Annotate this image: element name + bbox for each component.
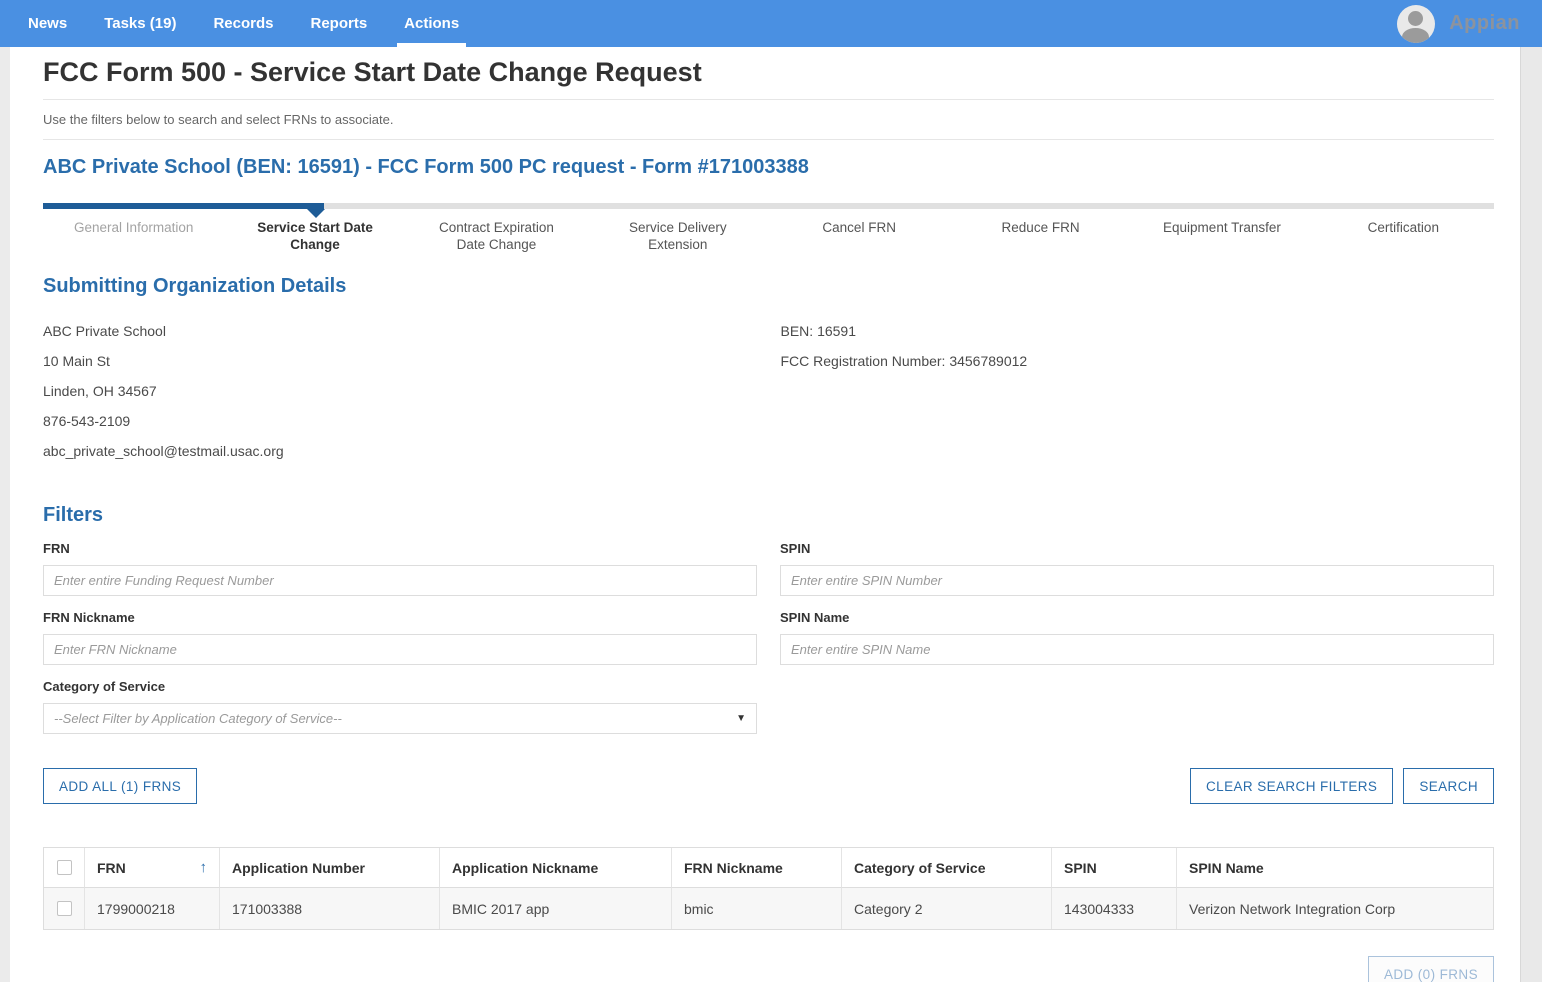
frn-label: FRN bbox=[43, 541, 757, 556]
select-all-checkbox[interactable] bbox=[57, 860, 72, 875]
column-header-category-of-service[interactable]: Category of Service bbox=[841, 848, 1051, 888]
column-header-spin[interactable]: SPIN bbox=[1051, 848, 1176, 888]
row-checkbox-cell bbox=[44, 888, 84, 929]
step-contract-expiration-date-change[interactable]: Contract Expiration Date Change bbox=[406, 219, 587, 253]
cell-application-nickname: BMIC 2017 app bbox=[439, 888, 671, 929]
step-service-delivery-extension[interactable]: Service Delivery Extension bbox=[587, 219, 768, 253]
step-cancel-frn[interactable]: Cancel FRN bbox=[769, 219, 950, 253]
step-certification[interactable]: Certification bbox=[1313, 219, 1494, 253]
column-header-spin-name[interactable]: SPIN Name bbox=[1176, 848, 1493, 888]
wizard-stepper: General Information Service Start Date C… bbox=[43, 203, 1494, 253]
cell-spin: 143004333 bbox=[1051, 888, 1176, 929]
frn-nickname-input[interactable] bbox=[43, 634, 757, 665]
select-all-checkbox-cell bbox=[44, 848, 84, 888]
organization-details-heading: Submitting Organization Details bbox=[43, 275, 1494, 298]
organization-details-section: Submitting Organization Details ABC Priv… bbox=[43, 275, 1494, 466]
spin-name-input[interactable] bbox=[780, 634, 1494, 665]
nav-item-tasks[interactable]: Tasks (19) bbox=[104, 0, 176, 47]
spin-name-label: SPIN Name bbox=[780, 610, 1494, 625]
cell-frn: 1799000218 bbox=[84, 888, 219, 929]
step-equipment-transfer[interactable]: Equipment Transfer bbox=[1131, 219, 1312, 253]
main-content: FCC Form 500 - Service Start Date Change… bbox=[43, 57, 1494, 982]
spin-label: SPIN bbox=[780, 541, 1494, 556]
nav-item-label: Tasks (19) bbox=[104, 15, 176, 32]
nav-item-label: Reports bbox=[310, 15, 367, 32]
column-header-label: FRN bbox=[97, 860, 126, 876]
step-reduce-frn[interactable]: Reduce FRN bbox=[950, 219, 1131, 253]
organization-ben: BEN: 16591 bbox=[781, 316, 1495, 346]
nav-item-label: News bbox=[28, 15, 67, 32]
spacer bbox=[197, 768, 1190, 804]
nav-item-label: Records bbox=[213, 15, 273, 32]
stepper-progress-track bbox=[43, 203, 1494, 209]
category-of-service-label: Category of Service bbox=[43, 679, 757, 694]
cell-frn-nickname: bmic bbox=[671, 888, 841, 929]
sort-ascending-icon: ↑ bbox=[200, 859, 208, 876]
add-all-frns-button[interactable]: ADD ALL (1) FRNS bbox=[43, 768, 197, 804]
category-of-service-select[interactable]: --Select Filter by Application Category … bbox=[43, 703, 757, 734]
left-gutter bbox=[0, 47, 10, 982]
frn-nickname-label: FRN Nickname bbox=[43, 610, 757, 625]
nav-item-news[interactable]: News bbox=[28, 0, 67, 47]
appian-logo: Appian bbox=[1449, 12, 1520, 35]
page-title: FCC Form 500 - Service Start Date Change… bbox=[43, 57, 1494, 88]
chevron-down-icon: ▼ bbox=[736, 713, 746, 724]
organization-fcc-registration: FCC Registration Number: 3456789012 bbox=[781, 346, 1495, 376]
current-step-caret-icon bbox=[307, 209, 325, 218]
search-button[interactable]: SEARCH bbox=[1403, 768, 1494, 804]
nav-item-actions[interactable]: Actions bbox=[404, 0, 459, 47]
organization-address-line2: Linden, OH 34567 bbox=[43, 376, 757, 406]
column-header-application-number[interactable]: Application Number bbox=[219, 848, 439, 888]
filters-section: Filters FRN SPIN FRN Nickname SPIN Name … bbox=[43, 504, 1494, 804]
step-general-information[interactable]: General Information bbox=[43, 219, 224, 253]
category-of-service-selected-value: --Select Filter by Application Category … bbox=[54, 711, 736, 726]
frn-results-table: FRN ↑ Application Number Application Nic… bbox=[43, 847, 1494, 930]
row-checkbox[interactable] bbox=[57, 901, 72, 916]
column-header-frn-nickname[interactable]: FRN Nickname bbox=[671, 848, 841, 888]
avatar-person-icon bbox=[1402, 28, 1429, 43]
organization-email: abc_private_school@testmail.usac.org bbox=[43, 436, 757, 466]
cell-spin-name: Verizon Network Integration Corp bbox=[1176, 888, 1493, 929]
vertical-scrollbar[interactable] bbox=[1520, 47, 1542, 982]
column-header-application-nickname[interactable]: Application Nickname bbox=[439, 848, 671, 888]
cell-category-of-service: Category 2 bbox=[841, 888, 1051, 929]
active-tab-underline bbox=[397, 43, 466, 47]
organization-name: ABC Private School bbox=[43, 316, 757, 346]
filters-heading: Filters bbox=[43, 504, 1494, 527]
step-service-start-date-change[interactable]: Service Start Date Change bbox=[224, 219, 405, 253]
column-header-frn[interactable]: FRN ↑ bbox=[84, 848, 219, 888]
form-heading: ABC Private School (BEN: 16591) - FCC Fo… bbox=[43, 140, 1494, 203]
avatar-person-icon bbox=[1408, 11, 1423, 26]
frn-input[interactable] bbox=[43, 565, 757, 596]
add-selected-frns-button[interactable]: ADD (0) FRNS bbox=[1368, 956, 1494, 982]
nav-item-records[interactable]: Records bbox=[213, 0, 273, 47]
instructions-text: Use the filters below to search and sele… bbox=[43, 100, 1494, 139]
spin-input[interactable] bbox=[780, 565, 1494, 596]
nav-item-label: Actions bbox=[404, 15, 459, 32]
organization-phone: 876-543-2109 bbox=[43, 406, 757, 436]
clear-search-filters-button[interactable]: CLEAR SEARCH FILTERS bbox=[1190, 768, 1393, 804]
organization-address-line1: 10 Main St bbox=[43, 346, 757, 376]
top-navigation: News Tasks (19) Records Reports Actions … bbox=[0, 0, 1542, 47]
cell-application-number: 171003388 bbox=[219, 888, 439, 929]
stepper-progress-fill bbox=[43, 203, 324, 209]
nav-item-reports[interactable]: Reports bbox=[310, 0, 367, 47]
user-avatar[interactable] bbox=[1397, 5, 1435, 43]
